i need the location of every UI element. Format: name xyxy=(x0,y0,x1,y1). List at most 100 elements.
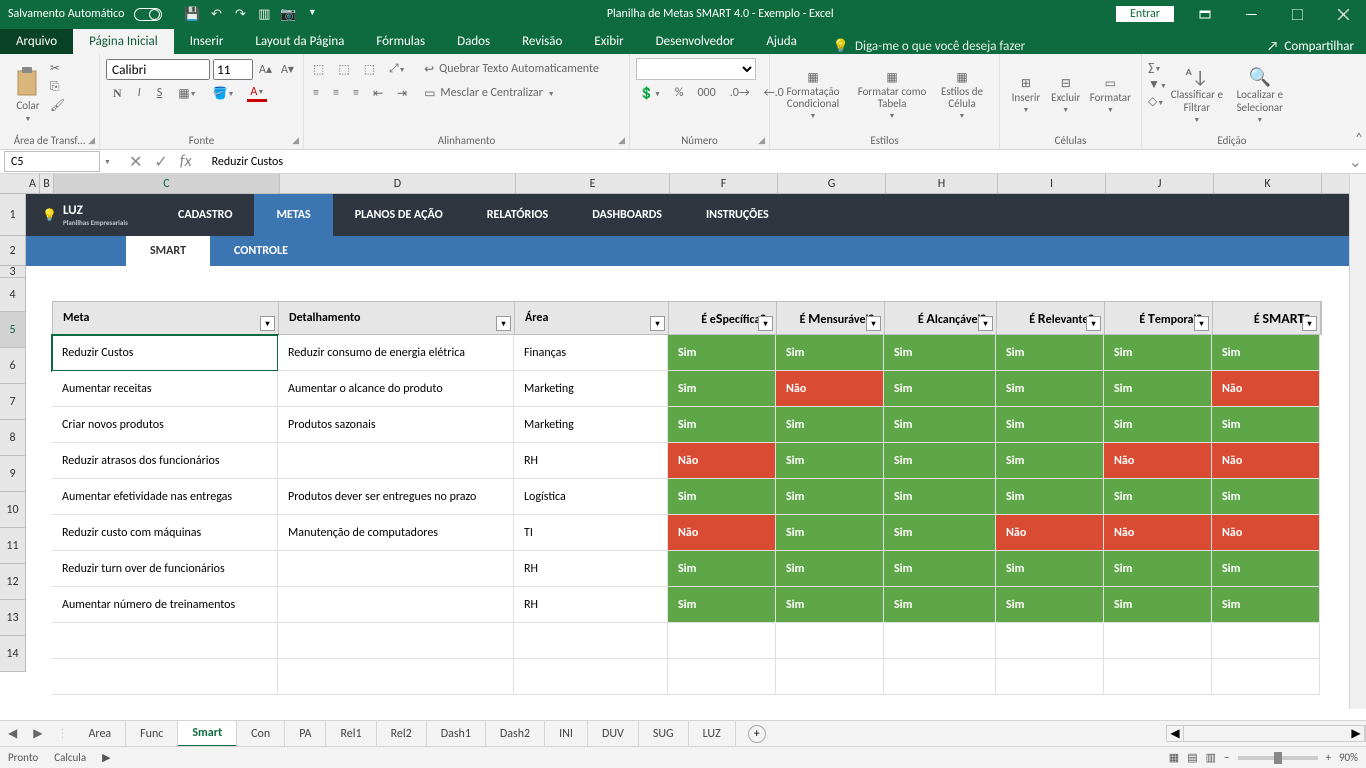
table-cell[interactable]: RH xyxy=(514,443,668,479)
zoom-out-icon[interactable]: − xyxy=(1224,751,1229,764)
clipboard-dialog-icon[interactable]: ◢ xyxy=(88,135,95,146)
table-cell[interactable] xyxy=(996,659,1104,695)
col-header-A[interactable]: A xyxy=(26,174,40,193)
filter-icon[interactable]: ▾ xyxy=(1086,316,1101,331)
menu-tab-exibir[interactable]: Exibir xyxy=(578,29,639,54)
sheet-tab-con[interactable]: Con xyxy=(237,721,285,747)
status-badge[interactable]: Sim xyxy=(1212,407,1320,443)
status-badge[interactable]: Sim xyxy=(1104,479,1212,515)
align-right-icon[interactable]: ≡ xyxy=(350,86,362,100)
paste-dropdown-icon[interactable]: ▼ xyxy=(25,114,32,123)
menu-tab-pginainicial[interactable]: Página Inicial xyxy=(73,29,174,54)
row-header-14[interactable]: 14 xyxy=(0,636,26,672)
col-header-F[interactable]: F xyxy=(670,174,778,193)
filter-icon[interactable]: ▾ xyxy=(866,316,881,331)
qat-more-icon[interactable]: ▼ xyxy=(300,7,324,22)
row-header-11[interactable]: 11 xyxy=(0,528,26,564)
status-badge[interactable]: Sim xyxy=(996,443,1104,479)
nav-instrues[interactable]: INSTRUÇÕES xyxy=(684,194,791,236)
wrap-text-button[interactable]: ↩Quebrar Texto Automaticamente xyxy=(418,57,605,81)
file-tab[interactable]: Arquivo xyxy=(0,29,73,54)
zoom-in-icon[interactable]: + xyxy=(1326,751,1331,764)
border-icon[interactable]: ▦▼ xyxy=(175,86,199,101)
save-icon[interactable]: 💾 xyxy=(180,7,204,22)
nav-planosdeao[interactable]: PLANOS DE AÇÃO xyxy=(333,194,465,236)
sort-filter-button[interactable]: ᴬ↓Classificar e Filtrar▼ xyxy=(1167,57,1227,133)
row-header-10[interactable]: 10 xyxy=(0,492,26,528)
table-cell[interactable]: Produtos sazonais xyxy=(278,407,514,443)
status-badge[interactable]: Sim xyxy=(1212,587,1320,623)
new-sheet-button[interactable]: + xyxy=(748,725,766,743)
row-header-7[interactable]: 7 xyxy=(0,384,26,420)
table-cell[interactable] xyxy=(1212,623,1320,659)
status-badge[interactable]: Não xyxy=(668,443,776,479)
nav-cadastro[interactable]: CADASTRO xyxy=(156,194,254,236)
name-box[interactable] xyxy=(4,151,100,172)
row-header-3[interactable]: 3 xyxy=(0,266,26,278)
cut-icon[interactable]: ✂ xyxy=(50,61,65,76)
row-header-5[interactable]: 5 xyxy=(0,312,26,348)
col-header-C[interactable]: C xyxy=(54,174,280,193)
table-cell[interactable] xyxy=(278,623,514,659)
sheet-tab-sug[interactable]: SUG xyxy=(639,721,689,747)
table-cell[interactable]: Logística xyxy=(514,479,668,515)
table-cell[interactable]: Criar novos produtos xyxy=(52,407,278,443)
row-header-13[interactable]: 13 xyxy=(0,600,26,636)
status-badge[interactable]: Sim xyxy=(776,407,884,443)
status-badge[interactable]: Sim xyxy=(884,443,996,479)
sheet-tab-dash1[interactable]: Dash1 xyxy=(427,721,486,747)
menu-tab-layoutdapgina[interactable]: Layout da Página xyxy=(239,29,360,54)
col-header-D[interactable]: D xyxy=(280,174,516,193)
share-button[interactable]: ↗ Compartilhar xyxy=(1267,39,1354,54)
table-cell[interactable]: Reduzir custo com máquinas xyxy=(52,515,278,551)
table-cell[interactable]: Marketing xyxy=(514,371,668,407)
zoom-level[interactable]: 90% xyxy=(1339,751,1358,764)
col-header-K[interactable]: K xyxy=(1214,174,1322,193)
filter-icon[interactable]: ▾ xyxy=(260,316,275,331)
sheet-tab-smart[interactable]: Smart xyxy=(178,721,237,747)
minimize-icon[interactable] xyxy=(1228,0,1274,28)
status-badge[interactable]: Sim xyxy=(996,335,1104,371)
fill-icon[interactable]: ▼▼ xyxy=(1148,77,1167,92)
redo-icon[interactable]: ↷ xyxy=(228,7,252,22)
number-dialog-icon[interactable]: ◢ xyxy=(758,135,765,146)
col-header-G[interactable]: G xyxy=(778,174,886,193)
underline-icon[interactable]: S xyxy=(154,86,166,100)
sheet-tab-luz[interactable]: LUZ xyxy=(689,721,736,747)
delete-button[interactable]: ⊟Excluir▼ xyxy=(1046,57,1086,133)
macro-icon[interactable]: ▶ xyxy=(102,751,110,764)
format-table-button[interactable]: ▦Formatar como Tabela▼ xyxy=(850,57,934,133)
collapse-ribbon-icon[interactable]: ^ xyxy=(1356,131,1362,145)
table-cell[interactable]: TI xyxy=(514,515,668,551)
col-header-E[interactable]: E xyxy=(516,174,670,193)
table-cell[interactable] xyxy=(52,623,278,659)
sheet-tab-ini[interactable]: INI xyxy=(545,721,588,747)
font-size-input[interactable] xyxy=(213,59,253,80)
status-badge[interactable]: Sim xyxy=(668,371,776,407)
font-name-input[interactable] xyxy=(106,59,210,80)
status-badge[interactable]: Sim xyxy=(668,335,776,371)
indent-inc-icon[interactable]: ⇥ xyxy=(394,86,410,101)
row-header-8[interactable]: 8 xyxy=(0,420,26,456)
table-cell[interactable] xyxy=(1104,659,1212,695)
status-badge[interactable]: Sim xyxy=(996,587,1104,623)
autosum-icon[interactable]: ∑▼ xyxy=(1148,61,1167,75)
find-select-button[interactable]: 🔍Localizar e Selecionar▼ xyxy=(1227,57,1293,133)
status-badge[interactable]: Sim xyxy=(776,551,884,587)
horizontal-scrollbar[interactable]: ◀▶ xyxy=(1166,725,1366,742)
table-cell[interactable]: RH xyxy=(514,551,668,587)
italic-icon[interactable]: I xyxy=(135,86,144,100)
inc-decimal-icon[interactable]: .0→ xyxy=(727,86,753,100)
format-button[interactable]: ▭Formatar▼ xyxy=(1086,57,1135,133)
status-badge[interactable]: Sim xyxy=(1212,551,1320,587)
name-box-dropdown-icon[interactable]: ▼ xyxy=(100,157,115,166)
sheet-tab-duv[interactable]: DUV xyxy=(588,721,639,747)
sheet-nav-prev-icon[interactable]: ◀ xyxy=(0,726,25,741)
table-cell[interactable]: Aumentar receitas xyxy=(52,371,278,407)
autosave-toggle[interactable] xyxy=(134,8,162,21)
align-dialog-icon[interactable]: ◢ xyxy=(618,135,625,146)
table-cell[interactable]: Aumentar o alcance do produto xyxy=(278,371,514,407)
vertical-scrollbar[interactable] xyxy=(1349,174,1366,709)
status-badge[interactable]: Sim xyxy=(776,443,884,479)
col-header-J[interactable]: J xyxy=(1106,174,1214,193)
